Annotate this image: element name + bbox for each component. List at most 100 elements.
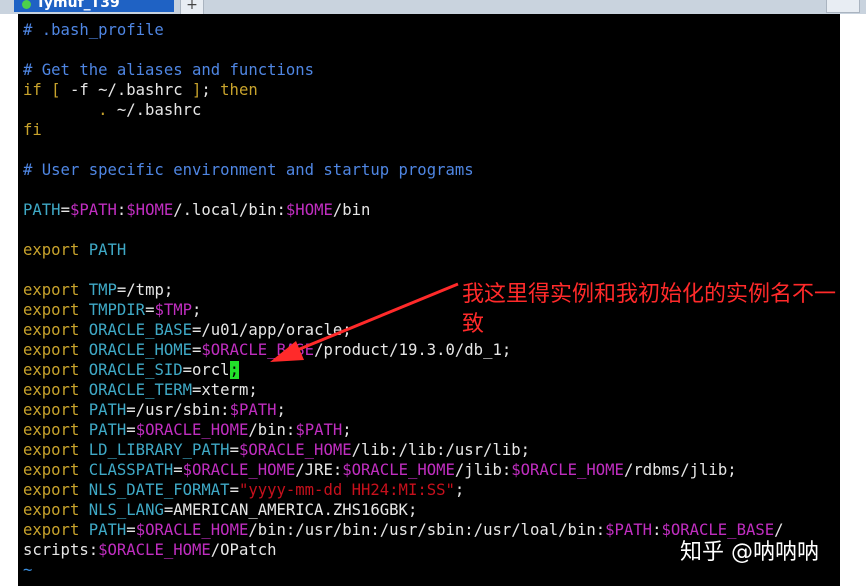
code-token: TMPDIR [88,301,146,319]
code-token: = [229,481,239,499]
code-token: PATH [88,241,127,259]
code-token: =/u01/app/oracle; [192,321,352,339]
code-token: /jlib: [454,461,512,479]
code-token: ; [454,481,465,499]
terminal-line: export ORACLE_SID=orcl; [23,360,784,380]
terminal-line: export LD_LIBRARY_PATH=$ORACLE_HOME/lib:… [23,440,784,460]
code-token: export [23,361,80,379]
new-tab-button[interactable]: + [180,0,204,14]
code-token: $ORACLE_HOME [238,441,352,459]
window-control-button[interactable] [826,0,860,13]
code-token: PATH [88,401,127,419]
code-token: =/tmp; [116,281,174,299]
code-token: $PATH [229,401,277,419]
code-token: $ORACLE_HOME [511,461,624,479]
code-token: $HOME [285,201,333,219]
text-cursor: ; [229,361,239,379]
code-token: NLS_LANG [88,501,164,519]
code-token: export [23,381,80,399]
code-token: ORACLE_SID [88,361,183,379]
terminal-line: # .bash_profile [23,20,784,40]
code-token: $ORACLE_HOME [98,541,211,559]
code-token: /OPatch [210,541,277,559]
code-token: $PATH [69,201,117,219]
code-token: LD_LIBRARY_PATH [88,441,230,459]
code-token: /JRE: [295,461,343,479]
code-token: = [126,421,136,439]
code-token: export [23,401,80,419]
terminal-line: PATH=$PATH:$HOME/.local/bin:$HOME/bin [23,200,784,220]
code-token: $PATH [605,521,653,539]
code-token: $TMP [154,301,193,319]
code-token: /.local/bin: [173,201,286,219]
code-token: =orcl [182,361,230,379]
terminal-line: scripts:$ORACLE_HOME/OPatch [23,540,784,560]
terminal-line: export ORACLE_HOME=$ORACLE_BASE/product/… [23,340,784,360]
code-token: export [23,441,80,459]
code-token: /lib:/lib:/usr/lib; [351,441,531,459]
code-token: = [60,201,70,219]
code-token: -f ~/.bashrc [60,81,192,99]
terminal-line: export PATH=/usr/sbin:$PATH; [23,400,784,420]
session-tab[interactable]: Tymuf_T39 [14,0,174,12]
code-token: [ [51,81,61,99]
code-token: TMP [88,281,117,299]
code-token: : [116,201,127,219]
code-token: export [23,241,80,259]
code-token: ~/.bashrc [107,101,202,119]
terminal-line: export PATH=$ORACLE_HOME/bin:/usr/bin:/u… [23,520,784,540]
terminal-line: export PATH [23,240,784,260]
code-token: fi [23,121,42,139]
code-token: $ORACLE_HOME [135,421,249,439]
code-token: =AMERICAN_AMERICA.ZHS16GBK; [163,501,418,519]
terminal-line: . ~/.bashrc [23,100,784,120]
terminal-line: export NLS_LANG=AMERICAN_AMERICA.ZHS16GB… [23,500,784,520]
code-token: ORACLE_HOME [88,341,193,359]
code-token: $ORACLE_HOME [342,461,455,479]
code-token: /bin: [248,421,296,439]
code-token: ORACLE_TERM [88,381,193,399]
code-token: PATH [88,521,127,539]
code-token: NLS_DATE_FORMAT [88,481,230,499]
code-token: /product/19.3.0/db_1; [314,341,512,359]
status-dot-icon [22,0,31,9]
code-token: $HOME [126,201,174,219]
code-token: $ORACLE_BASE [201,341,315,359]
code-token: . [98,101,108,119]
code-token: # Get the aliases and functions [23,61,315,79]
terminal-line: export CLASSPATH=$ORACLE_HOME/JRE:$ORACL… [23,460,784,480]
terminal-line: export NLS_DATE_FORMAT="yyyy-mm-dd HH24:… [23,480,784,500]
code-token: =xterm; [192,381,258,399]
code-token: export [23,501,80,519]
code-token: # User specific environment and startup … [23,161,474,179]
code-token: /bin [332,201,371,219]
code-token: =/usr/sbin: [126,401,230,419]
code-token: ; [201,81,221,99]
terminal-line: export PATH=$ORACLE_HOME/bin:$PATH; [23,420,784,440]
watermark: 知乎 @呐呐呐 [680,540,819,565]
code-token: PATH [88,421,127,439]
code-token: export [23,461,80,479]
code-token: scripts: [23,541,99,559]
left-gutter [0,14,18,586]
code-token: /bin:/usr/bin:/usr/sbin:/usr/loal/bin: [248,521,606,539]
code-token: = [192,341,202,359]
